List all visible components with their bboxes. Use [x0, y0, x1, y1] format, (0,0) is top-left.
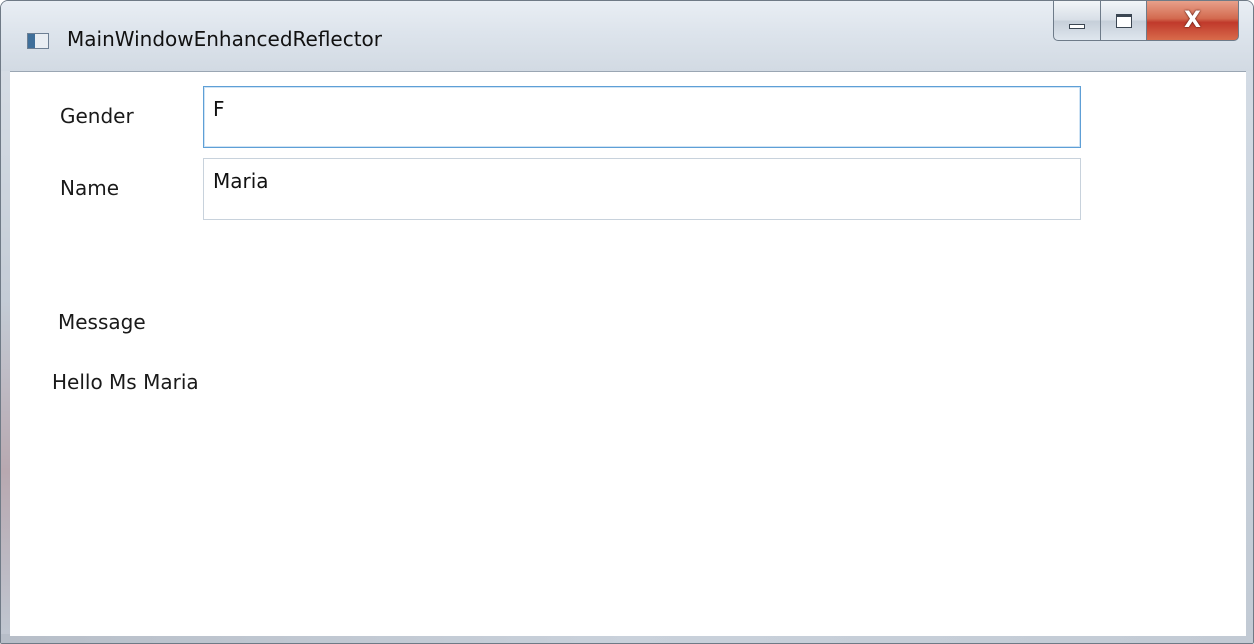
minimize-icon [1069, 24, 1085, 29]
name-input[interactable]: Maria [203, 158, 1081, 220]
minimize-button[interactable] [1053, 1, 1101, 41]
close-icon: X [1184, 7, 1201, 33]
message-text: Hello Ms Maria [52, 370, 199, 394]
window-title: MainWindowEnhancedReflector [67, 27, 383, 51]
window-border-left[interactable] [1, 71, 10, 643]
maximize-button[interactable] [1101, 1, 1147, 41]
title-bar[interactable]: MainWindowEnhancedReflector X [1, 1, 1253, 71]
gender-label: Gender [60, 104, 134, 128]
gender-input[interactable]: F [203, 86, 1081, 148]
window-client-area: Gender F Name Maria Message Hello Ms Mar… [10, 71, 1246, 636]
window-app-icon[interactable] [27, 33, 49, 49]
main-window: MainWindowEnhancedReflector X Gender F N… [0, 0, 1254, 644]
close-button[interactable]: X [1147, 1, 1239, 41]
message-label: Message [58, 310, 146, 334]
name-label: Name [60, 176, 120, 200]
maximize-icon [1115, 13, 1132, 28]
caption-buttons: X [1053, 1, 1239, 41]
